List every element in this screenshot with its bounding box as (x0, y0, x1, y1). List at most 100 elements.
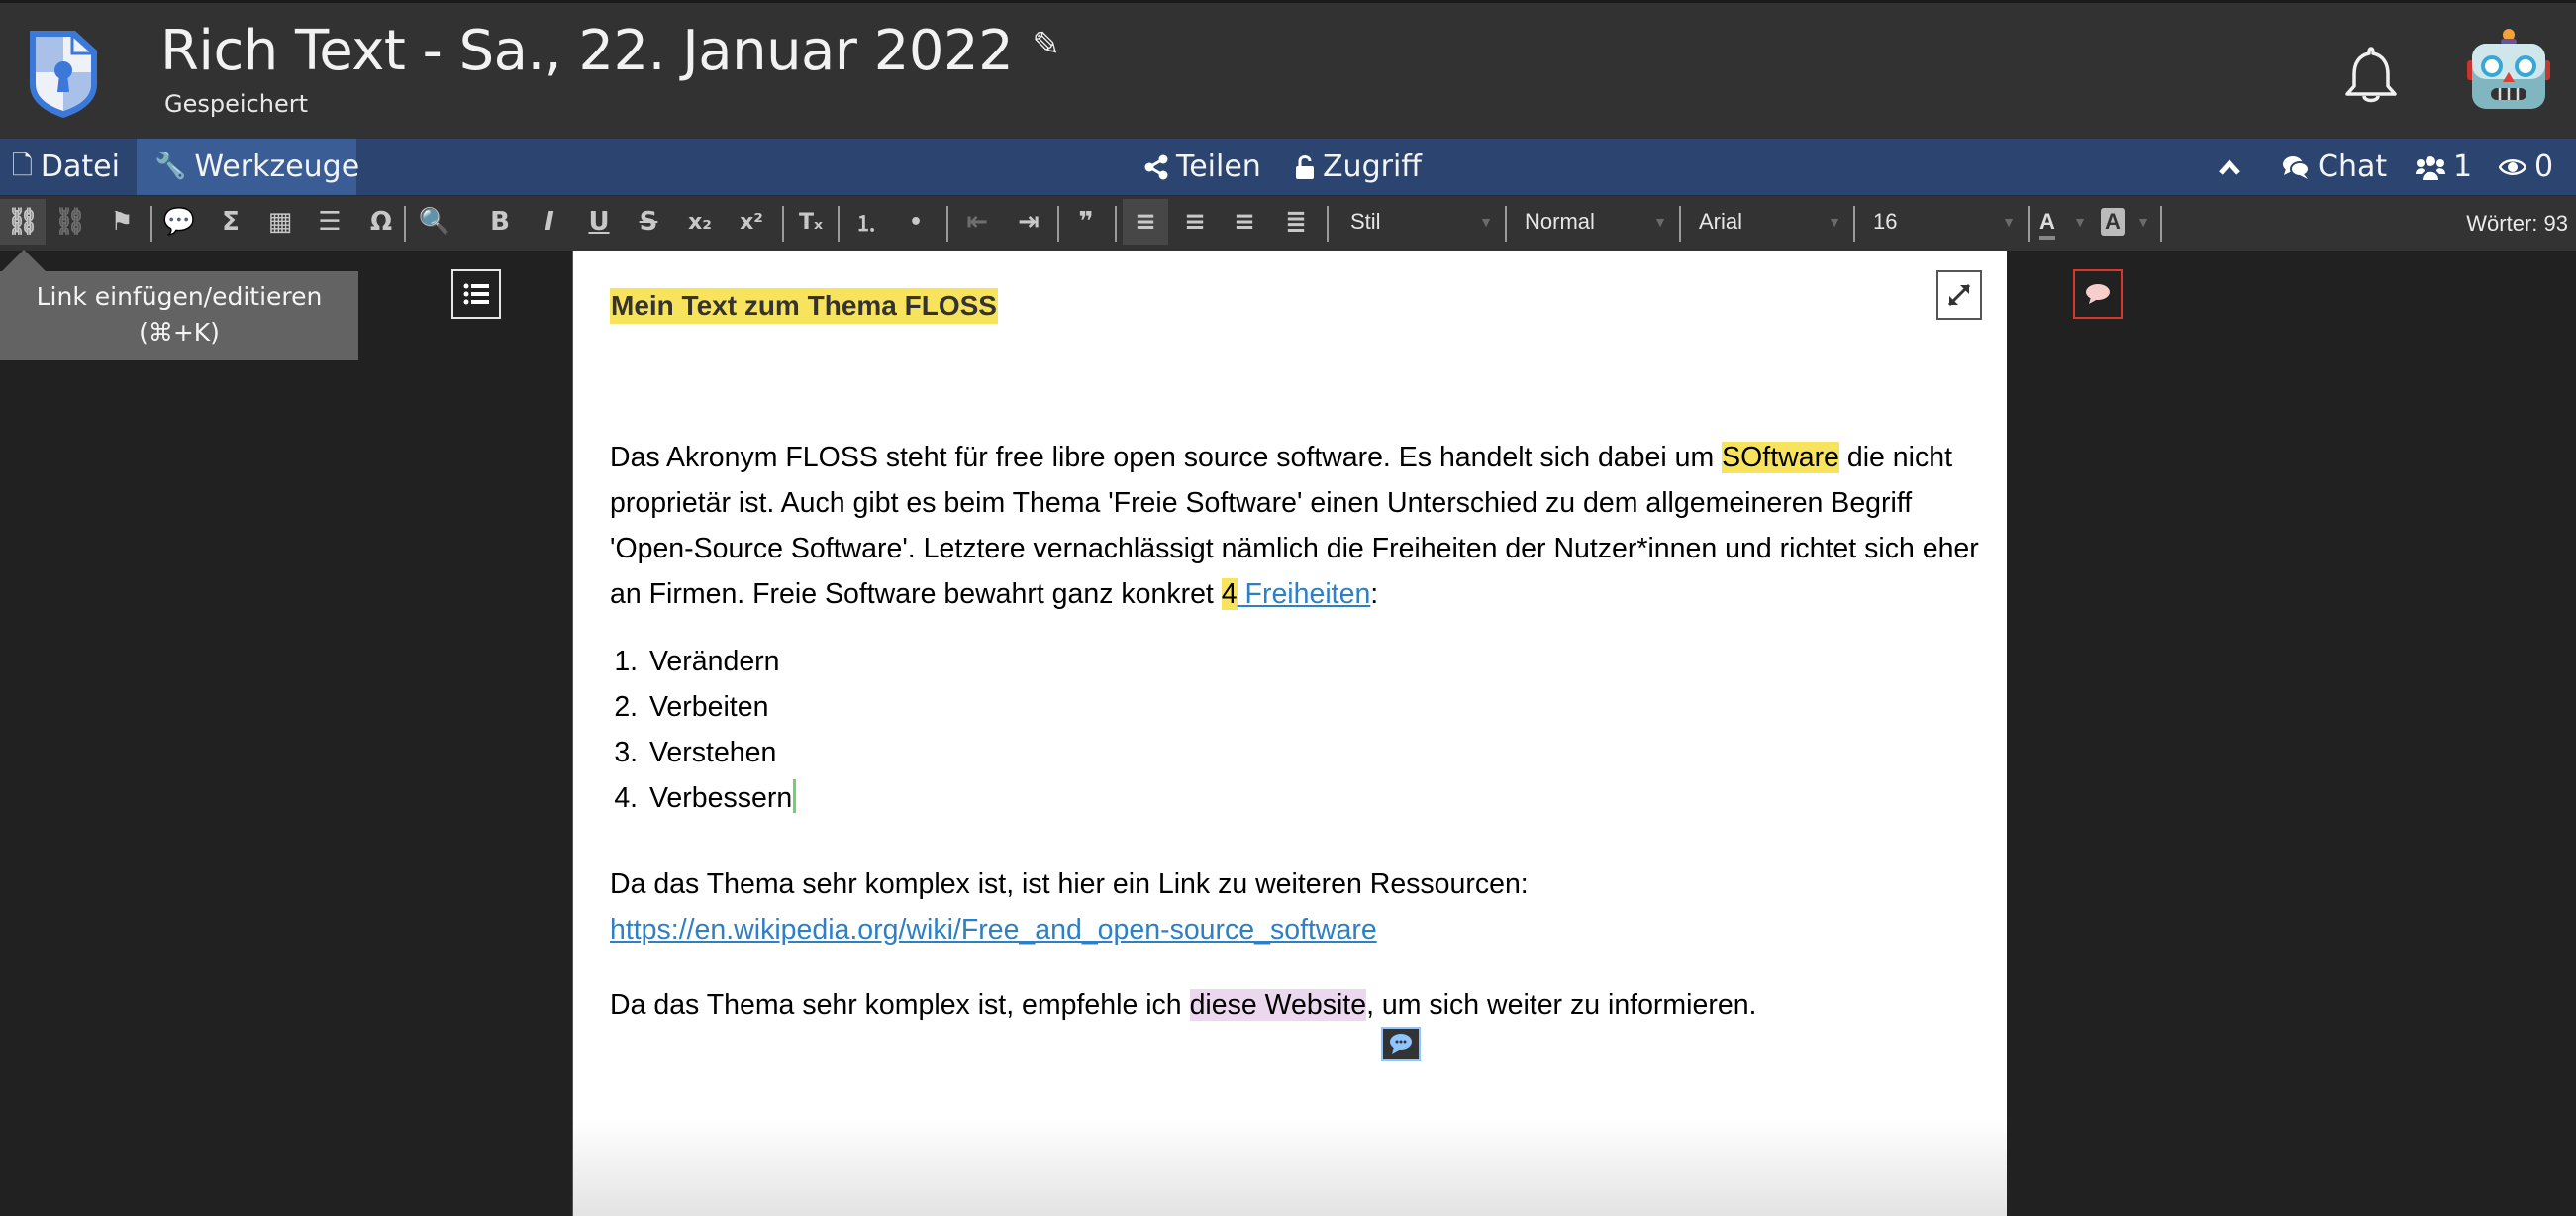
style-dropdown[interactable]: Stil ▼ (1338, 200, 1505, 244)
users-count[interactable]: 1 (2416, 139, 2472, 195)
remove-format-icon: Tₓ (798, 209, 824, 235)
justify-button[interactable]: ≣ (1273, 199, 1319, 245)
align-right-icon: ≡ (1234, 207, 1255, 237)
comments-icon (2283, 155, 2310, 179)
chevron-up-icon (2219, 158, 2240, 175)
text-color-button[interactable]: A ▼ (2039, 200, 2089, 244)
table-icon: ▦ (267, 207, 293, 237)
comments-toggle-button[interactable] (2073, 269, 2123, 319)
link-tooltip: Link einfügen/editieren (⌘+K) (0, 271, 358, 360)
toolbar-separator (1505, 206, 1507, 242)
bold-button[interactable]: B (477, 199, 523, 245)
align-left-button[interactable]: ≡ (1123, 199, 1168, 245)
subscript-icon: x₂ (688, 209, 712, 235)
wikipedia-link[interactable]: https://en.wikipedia.org/wiki/Free_and_o… (610, 914, 1377, 946)
shield-keyhole-logo[interactable] (26, 27, 101, 118)
bg-color-button[interactable]: A ▼ (2101, 200, 2150, 244)
document-heading[interactable]: Mein Text zum Thema FLOSS (610, 288, 998, 324)
toolbar-separator (2028, 206, 2030, 242)
toolbar-separator (946, 206, 948, 242)
save-status: Gespeichert (164, 90, 308, 118)
menu-file[interactable]: 🗋 Datei (12, 139, 132, 195)
table-button[interactable]: ▦ (257, 199, 303, 245)
highlighted-number: 4 (1221, 578, 1238, 610)
expand-icon (1947, 283, 1971, 307)
comment-marker-button[interactable] (1381, 1027, 1421, 1061)
numbered-list-button[interactable]: ⒈ (843, 199, 889, 245)
outdent-button[interactable]: ⇤ (954, 199, 1000, 245)
horizontal-line-button[interactable]: ☰ (307, 199, 352, 245)
format-dropdown[interactable]: Normal ▼ (1513, 200, 1679, 244)
bulleted-list-button[interactable]: • (893, 199, 939, 245)
strike-button[interactable]: S (626, 199, 671, 245)
chevron-down-icon: ▼ (1653, 214, 1667, 230)
document-page[interactable]: Mein Text zum Thema FLOSS Das Akronym FL… (572, 251, 2007, 1216)
link-button[interactable]: ⛓ (0, 199, 46, 245)
pencil-icon[interactable]: ✎ (1032, 25, 1060, 64)
font-value: Arial (1699, 209, 1743, 234)
align-right-button[interactable]: ≡ (1222, 199, 1267, 245)
align-center-button[interactable]: ≡ (1172, 199, 1218, 245)
commented-text[interactable]: diese Website (1189, 989, 1367, 1021)
share-button[interactable]: Teilen (1144, 139, 1261, 195)
toolbar-separator (1057, 206, 1059, 242)
users-count-value: 1 (2453, 150, 2473, 184)
table-of-contents-button[interactable] (451, 269, 501, 319)
paragraph-resources[interactable]: Da das Thema sehr komplex ist, ist hier … (610, 861, 1986, 953)
paragraph-website[interactable]: Da das Thema sehr komplex ist, empfehle … (610, 982, 1986, 1028)
list-item[interactable]: Verändern (645, 639, 796, 684)
preview-button[interactable]: 🔍 (412, 199, 457, 245)
toolbar-separator (150, 206, 152, 242)
highlighted-text: SOftware (1722, 442, 1839, 473)
numbered-list-icon: ⒈ (854, 212, 877, 237)
subscript-button[interactable]: x₂ (677, 199, 723, 245)
outdent-icon: ⇤ (966, 207, 988, 237)
paragraph-intro[interactable]: Das Akronym FLOSS steht für free libre o… (610, 435, 1986, 617)
chat-label: Chat (2318, 150, 2388, 184)
superscript-button[interactable]: x² (729, 199, 774, 245)
text-run: Da das Thema sehr komplex ist, ist hier … (610, 868, 1529, 900)
freedoms-list: Verändern Verbeiten Verstehen Verbessern (610, 639, 797, 821)
blockquote-button[interactable]: ❞ (1063, 199, 1109, 245)
viewers-count[interactable]: 0 (2499, 139, 2553, 195)
indent-button[interactable]: ⇥ (1006, 199, 1051, 245)
toolbar-separator (838, 206, 840, 242)
math-button[interactable]: Σ (208, 199, 253, 245)
font-size-value: 16 (1873, 209, 1898, 234)
menu-file-label: Datei (40, 150, 120, 184)
unlock-icon (1296, 154, 1314, 179)
bell-icon[interactable] (2341, 45, 2401, 106)
anchor-button[interactable]: ⚑ (99, 199, 145, 245)
tooltip-text: Link einfügen/editieren (36, 282, 323, 311)
font-size-dropdown[interactable]: 16 ▼ (1861, 200, 2028, 244)
bulleted-list-icon: • (908, 209, 924, 235)
robot-face-icon[interactable] (2467, 29, 2550, 112)
fullscreen-button[interactable] (1936, 270, 1982, 320)
font-dropdown[interactable]: Arial ▼ (1687, 200, 1853, 244)
top-bar: Rich Text - Sa., 22. Januar 2022 ✎ Gespe… (0, 0, 2576, 139)
eye-icon (2499, 158, 2526, 175)
file-icon: 🗋 (12, 152, 33, 181)
list-item[interactable]: Verbeiten (645, 684, 796, 730)
justify-icon: ≣ (1285, 207, 1307, 237)
access-button[interactable]: Zugriff (1295, 139, 1422, 195)
freiheiten-link[interactable]: Freiheiten (1238, 578, 1371, 610)
collapse-toolbar-button[interactable] (2218, 139, 2241, 195)
math-icon: Σ (222, 207, 240, 237)
special-char-button[interactable]: Ω (358, 199, 404, 245)
menu-tools[interactable]: 🔧 Werkzeuge (137, 139, 359, 195)
chat-button[interactable]: Chat (2282, 139, 2387, 195)
viewers-count-value: 0 (2534, 150, 2554, 184)
underline-button[interactable]: U (576, 199, 622, 245)
list-item[interactable]: Verstehen (645, 730, 796, 775)
list-item[interactable]: Verbessern (645, 775, 797, 821)
italic-button[interactable]: I (527, 199, 572, 245)
horizontal-line-icon: ☰ (318, 207, 342, 237)
document-title[interactable]: Rich Text - Sa., 22. Januar 2022 (160, 17, 1014, 86)
chevron-down-icon: ▼ (2136, 214, 2150, 230)
comment-icon (2086, 284, 2110, 304)
remove-format-button[interactable]: Tₓ (788, 199, 834, 245)
unlink-button[interactable]: ⛓ (48, 199, 93, 245)
comment-button[interactable]: 💬 (156, 199, 202, 245)
toolbar-separator (1115, 206, 1117, 242)
